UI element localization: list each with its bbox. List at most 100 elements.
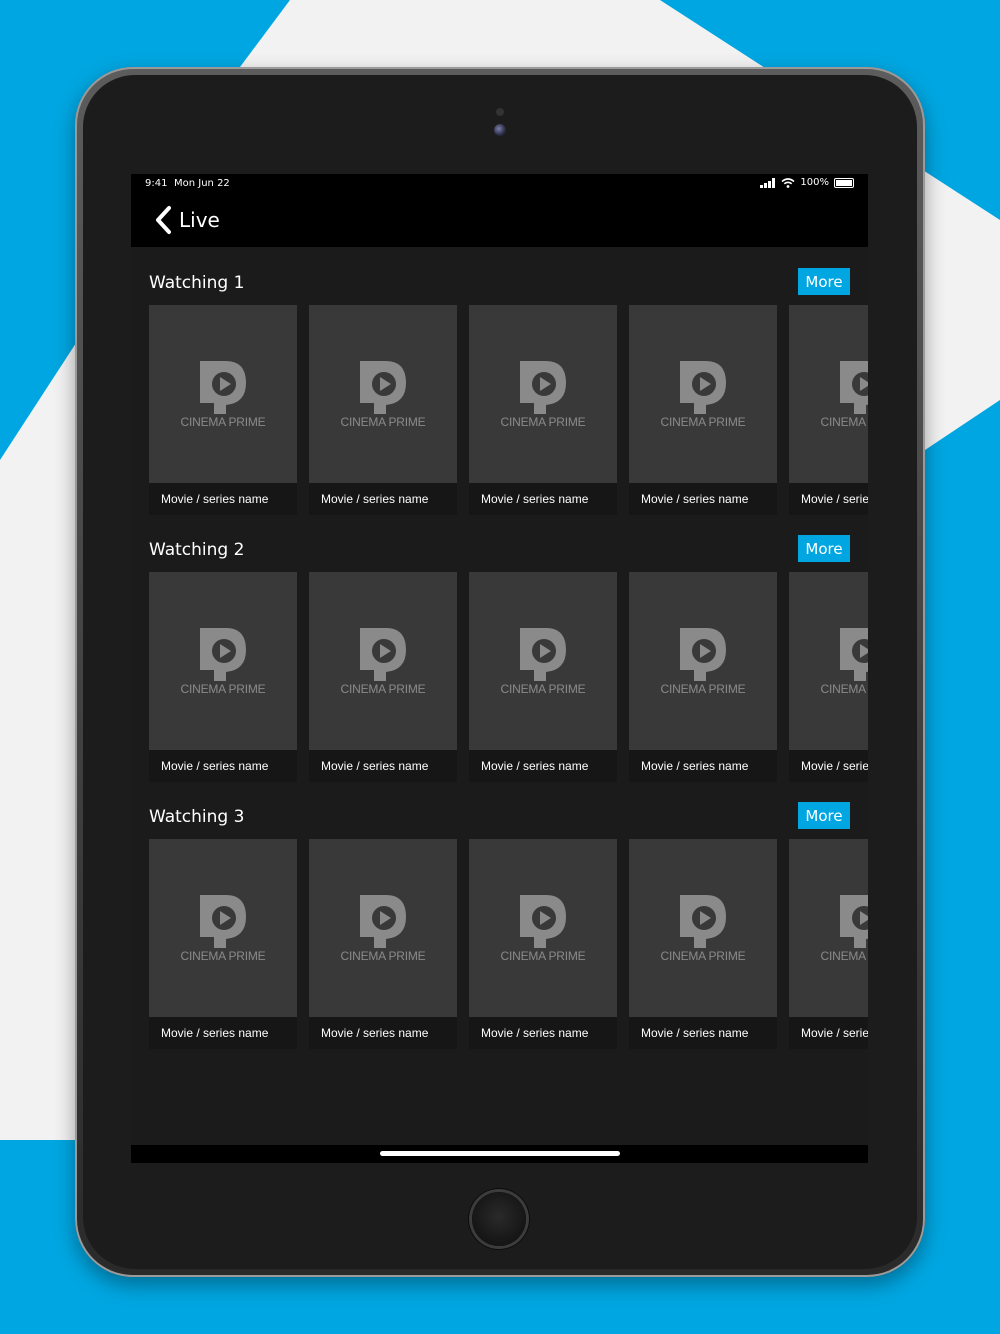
- battery-percentage: 100%: [800, 177, 829, 188]
- poster-placeholder: CINEMA PRIME: [469, 305, 617, 483]
- card-title: Movie / series name: [161, 492, 269, 506]
- media-card[interactable]: CINEMA PRIME Movie / series name: [309, 572, 457, 782]
- card-row[interactable]: CINEMA PRIME Movie / series name CINEMA PR…: [149, 572, 868, 782]
- logo-text: CINEMA PRIME: [340, 682, 426, 696]
- poster-placeholder: CINEMA PRIME: [469, 572, 617, 750]
- logo-text: CINEMA PRIME: [340, 949, 426, 963]
- logo-text: CINEMA PRIME: [500, 949, 586, 963]
- cinema-prime-logo-icon: [360, 895, 406, 948]
- poster-placeholder: CINEMA PRIME: [469, 839, 617, 1017]
- media-card[interactable]: CINEMA PRIME Movie / series name: [789, 839, 868, 1049]
- logo-text: CINEMA PRIME: [340, 415, 426, 429]
- card-caption: Movie / series name: [149, 750, 297, 782]
- card-caption: Movie / series name: [789, 1017, 868, 1049]
- status-date: Mon Jun 22: [174, 178, 230, 189]
- cinema-prime-logo-icon: [520, 361, 566, 414]
- cinema-prime-logo-icon: [360, 628, 406, 681]
- poster-placeholder: CINEMA PRIME: [149, 305, 297, 483]
- back-button[interactable]: Live: [153, 204, 220, 236]
- card-caption: Movie / series name: [149, 483, 297, 515]
- media-card[interactable]: CINEMA PRIME Movie / series name: [469, 839, 617, 1049]
- page-title: Live: [179, 208, 220, 232]
- card-row[interactable]: CINEMA PRIME Movie / series name CINEMA PR…: [149, 305, 868, 515]
- logo-text: CINEMA PRIME: [660, 415, 746, 429]
- poster-placeholder: CINEMA PRIME: [309, 839, 457, 1017]
- media-card[interactable]: CINEMA PRIME Movie / series name: [309, 839, 457, 1049]
- section-watching-3: Watching 3 More CINEMA PRIME Movie / series…: [131, 781, 868, 1049]
- card-caption: Movie / series name: [309, 750, 457, 782]
- media-card[interactable]: CINEMA PRIME Movie / series name: [789, 572, 868, 782]
- media-card[interactable]: CINEMA PRIME Movie / series name: [629, 572, 777, 782]
- cinema-prime-logo-icon: [680, 361, 726, 414]
- card-title: Movie / series name: [161, 1026, 269, 1040]
- cinema-prime-logo-icon: [200, 361, 246, 414]
- cinema-prime-logo-icon: [520, 628, 566, 681]
- camera-icon: [494, 124, 506, 136]
- cinema-prime-logo-icon: [200, 895, 246, 948]
- logo-text: CINEMA PRIME: [820, 949, 868, 963]
- poster-placeholder: CINEMA PRIME: [629, 305, 777, 483]
- logo-text: CINEMA PRIME: [660, 682, 746, 696]
- logo-text: CINEMA PRIME: [500, 682, 586, 696]
- media-card[interactable]: CINEMA PRIME Movie / series name: [789, 305, 868, 515]
- card-caption: Movie / series name: [149, 1017, 297, 1049]
- logo-text: CINEMA PRIME: [180, 415, 266, 429]
- media-card[interactable]: CINEMA PRIME Movie / series name: [149, 305, 297, 515]
- poster-placeholder: CINEMA PRIME: [789, 305, 868, 483]
- card-title: Movie / series name: [321, 1026, 429, 1040]
- cellular-signal-icon: [760, 177, 776, 188]
- media-card[interactable]: CINEMA PRIME Movie / series name: [629, 839, 777, 1049]
- more-button[interactable]: More: [798, 535, 850, 562]
- section-watching-1: Watching 1 More CINEMA PRIME Movie / series…: [131, 247, 868, 515]
- card-title: Movie / series name: [801, 1026, 868, 1040]
- section-title: Watching 1: [149, 273, 245, 293]
- card-caption: Movie / series name: [629, 750, 777, 782]
- logo-text: CINEMA PRIME: [820, 415, 868, 429]
- card-title: Movie / series name: [801, 759, 868, 773]
- media-card[interactable]: CINEMA PRIME Movie / series name: [149, 839, 297, 1049]
- section-watching-2: Watching 2 More CINEMA PRIME Movie / series…: [131, 514, 868, 782]
- card-title: Movie / series name: [481, 1026, 589, 1040]
- cinema-prime-logo-icon: [200, 628, 246, 681]
- home-indicator[interactable]: [380, 1151, 620, 1156]
- app-screen: 9:41 Mon Jun 22 100% Live Watching 1 Mor…: [131, 174, 868, 1163]
- media-card[interactable]: CINEMA PRIME Movie / series name: [309, 305, 457, 515]
- poster-placeholder: CINEMA PRIME: [309, 305, 457, 483]
- card-caption: Movie / series name: [629, 483, 777, 515]
- more-button[interactable]: More: [798, 268, 850, 295]
- wifi-icon: [781, 177, 795, 188]
- sensor-icon: [496, 108, 504, 116]
- card-title: Movie / series name: [801, 492, 868, 506]
- status-bar: 9:41 Mon Jun 22 100%: [131, 174, 868, 194]
- card-caption: Movie / series name: [789, 750, 868, 782]
- cinema-prime-logo-icon: [680, 628, 726, 681]
- card-title: Movie / series name: [641, 492, 749, 506]
- poster-placeholder: CINEMA PRIME: [789, 839, 868, 1017]
- cinema-prime-logo-icon: [520, 895, 566, 948]
- poster-placeholder: CINEMA PRIME: [149, 572, 297, 750]
- logo-text: CINEMA PRIME: [180, 682, 266, 696]
- media-card[interactable]: CINEMA PRIME Movie / series name: [469, 305, 617, 515]
- logo-text: CINEMA PRIME: [660, 949, 746, 963]
- card-caption: Movie / series name: [469, 750, 617, 782]
- more-button[interactable]: More: [798, 802, 850, 829]
- cinema-prime-logo-icon: [360, 361, 406, 414]
- logo-text: CINEMA PRIME: [820, 682, 868, 696]
- logo-text: CINEMA PRIME: [180, 949, 266, 963]
- status-time: 9:41: [145, 178, 168, 189]
- home-button[interactable]: [472, 1192, 526, 1246]
- card-caption: Movie / series name: [469, 483, 617, 515]
- card-title: Movie / series name: [321, 759, 429, 773]
- media-card[interactable]: CINEMA PRIME Movie / series name: [629, 305, 777, 515]
- card-row[interactable]: CINEMA PRIME Movie / series name CINEMA PR…: [149, 839, 868, 1049]
- bottom-bar: [131, 1145, 868, 1163]
- card-title: Movie / series name: [481, 759, 589, 773]
- media-card[interactable]: CINEMA PRIME Movie / series name: [149, 572, 297, 782]
- card-caption: Movie / series name: [629, 1017, 777, 1049]
- cinema-prime-logo-icon: [840, 628, 868, 681]
- section-title: Watching 2: [149, 540, 245, 560]
- card-title: Movie / series name: [161, 759, 269, 773]
- card-title: Movie / series name: [481, 492, 589, 506]
- media-card[interactable]: CINEMA PRIME Movie / series name: [469, 572, 617, 782]
- poster-placeholder: CINEMA PRIME: [629, 839, 777, 1017]
